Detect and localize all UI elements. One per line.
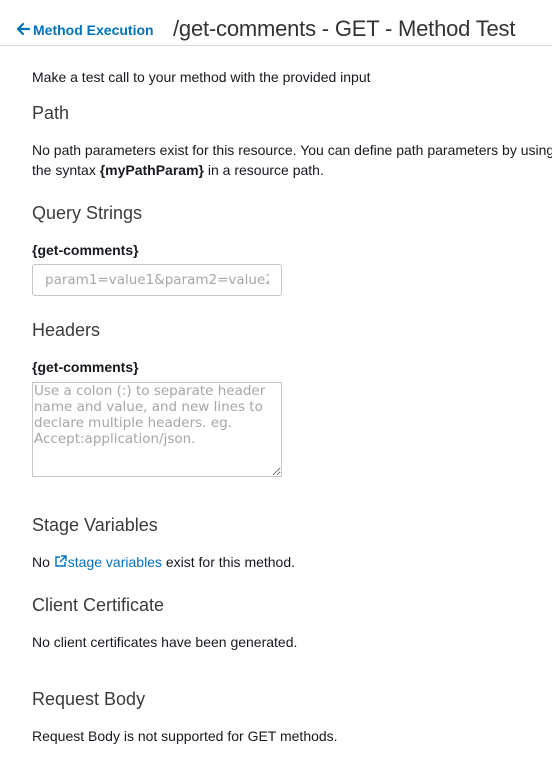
query-strings-section-title: Query Strings [32, 203, 143, 223]
stage-variables-prefix: No [32, 554, 54, 570]
stage-variables-link[interactable]: stage variables [68, 554, 162, 570]
path-description-line2: the syntax {myPathParam} in a resource p… [32, 162, 324, 178]
external-link-icon [54, 555, 67, 571]
headers-label: {get-comments} [32, 359, 139, 375]
path-syntax-suffix: in a resource path. [203, 162, 324, 178]
page-title: /get-comments - GET - Method Test [173, 16, 516, 41]
path-param-syntax: {myPathParam} [99, 162, 204, 178]
stage-variables-suffix: exist for this method. [161, 554, 296, 570]
path-syntax-prefix: the syntax [32, 162, 100, 178]
path-section-title: Path [32, 103, 70, 123]
client-certificate-text: No client certificates have been generat… [32, 634, 298, 650]
request-body-section-title: Request Body [32, 689, 146, 709]
arrow-left-icon [16, 22, 31, 38]
headers-textarea[interactable] [32, 382, 282, 477]
stage-variables-text: No stage variables exist for this method… [32, 554, 295, 571]
stage-variables-section-title: Stage Variables [32, 515, 158, 535]
query-strings-input[interactable] [32, 264, 282, 296]
client-certificate-section-title: Client Certificate [32, 595, 165, 615]
request-body-text: Request Body is not supported for GET me… [32, 728, 338, 744]
path-description-line1: No path parameters exist for this resour… [32, 142, 552, 158]
headers-section-title: Headers [32, 320, 101, 340]
page-header: Method Execution /get-comments - GET - M… [0, 0, 552, 46]
intro-text: Make a test call to your method with the… [32, 69, 371, 85]
back-link-label: Method Execution [33, 22, 154, 38]
back-to-method-execution-link[interactable]: Method Execution [16, 22, 154, 38]
query-strings-label: {get-comments} [32, 242, 139, 258]
